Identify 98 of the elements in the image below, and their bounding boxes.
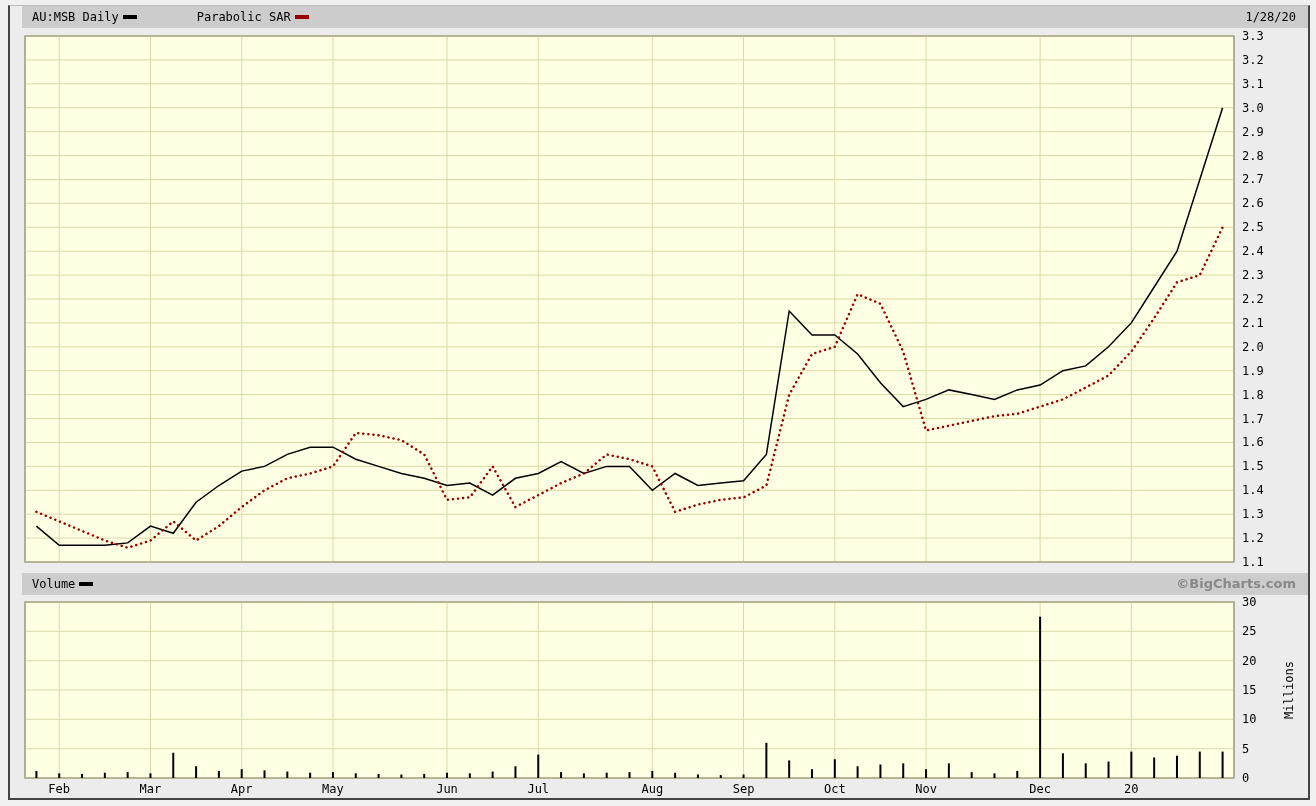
axis-tick-label: 2.1 [1242, 315, 1264, 330]
volume-bar [1107, 761, 1110, 778]
volume-bar [902, 763, 905, 778]
axis-tick-label: 2.3 [1242, 268, 1264, 283]
volume-bar [491, 771, 494, 778]
axis-tick-label: 1.6 [1242, 435, 1264, 450]
volume-bar [1061, 753, 1064, 778]
volume-bar [81, 773, 84, 778]
volume-bar [1175, 755, 1178, 778]
volume-bar [354, 773, 357, 778]
volume-bar [468, 773, 471, 778]
axis-tick-label: Feb [48, 782, 71, 796]
axis-tick-label: 1.9 [1242, 363, 1264, 378]
volume-bar [423, 773, 426, 778]
axis-tick-label: 1.5 [1242, 459, 1264, 474]
axis-tick-label: 5 [1242, 741, 1250, 756]
axis-tick-label: 30 [1242, 595, 1257, 609]
volume-bar [993, 773, 996, 778]
volume-bar [263, 770, 266, 778]
axis-tick-label: 1.3 [1242, 507, 1264, 522]
credit-text: ©BigCharts.com [1176, 575, 1296, 594]
axis-tick-label: Mar [139, 782, 162, 796]
axis-tick-label: 3.2 [1242, 52, 1264, 67]
volume-bar [1130, 751, 1133, 778]
axis-tick-label: 2.4 [1242, 244, 1264, 259]
volume-bar [605, 772, 608, 778]
volume-bar [1198, 751, 1201, 778]
volume-bar [696, 774, 699, 778]
volume-bar [149, 773, 152, 778]
legend-label: Parabolic SAR [196, 9, 291, 26]
axis-tick-label: Jun [436, 782, 458, 796]
date-label: 1/28/20 [1245, 9, 1296, 26]
volume-bar [788, 760, 791, 778]
volume-bar [925, 769, 928, 778]
volume-bar [833, 759, 836, 778]
legend-label: AU:MSB Daily [32, 9, 119, 26]
axis-tick-label: Sep [732, 782, 755, 796]
axis-tick-label: 1.2 [1242, 531, 1264, 546]
volume-bar [172, 752, 175, 778]
volume-bar [765, 742, 768, 778]
volume-bar [947, 763, 950, 778]
axis-tick-label: 20 [1124, 782, 1139, 796]
axis-tick-label: 3.0 [1242, 100, 1264, 115]
volume-bar [35, 770, 38, 778]
volume-bar [103, 772, 106, 778]
volume-bar [514, 766, 517, 778]
axis-tick-label: Nov [915, 782, 937, 796]
volume-bar [377, 773, 380, 778]
axis-tick-label: 2.6 [1242, 196, 1264, 211]
axis-tick-label: 3.1 [1242, 76, 1264, 91]
volume-bar [240, 769, 243, 778]
legend-label: Volume [32, 576, 76, 593]
axis-title: Millions [1282, 661, 1296, 719]
volume-bar [560, 772, 563, 778]
axis-tick-label: 2.0 [1242, 339, 1264, 354]
volume-bar [126, 772, 129, 778]
volume-bar [1221, 751, 1224, 778]
volume-bar [309, 772, 312, 778]
volume-bar [400, 774, 403, 778]
axis-tick-label: 25 [1242, 624, 1257, 639]
axis-tick-label: 1.8 [1242, 387, 1264, 402]
volume-bar [674, 772, 677, 778]
axis-tick-label: 1.7 [1242, 411, 1264, 426]
axis-tick-label: 2.5 [1242, 220, 1264, 235]
volume-bar [719, 775, 722, 778]
volume-bar [1153, 757, 1156, 778]
volume-bar [195, 766, 198, 778]
axis-tick-label: May [322, 782, 344, 796]
volume-bar [628, 772, 631, 778]
axis-tick-label: 2.8 [1242, 148, 1264, 163]
axis-tick-label: 1.1 [1242, 555, 1264, 569]
axis-tick-label: 15 [1242, 683, 1257, 697]
axis-tick-label: 0 [1242, 771, 1250, 785]
volume-bar [58, 773, 61, 778]
axis-tick-label: 20 [1242, 653, 1257, 668]
volume-bar [856, 766, 859, 778]
axis-tick-label: Apr [230, 782, 253, 796]
axis-tick-label: 1.4 [1242, 483, 1264, 498]
axis-tick-label: 3.3 [1242, 29, 1264, 43]
volume-bar [1016, 770, 1019, 778]
axis-tick-label: Dec [1029, 782, 1051, 796]
volume-bar [1084, 763, 1087, 778]
volume-bar [651, 770, 654, 778]
axis-tick-label: Oct [823, 782, 846, 796]
axis-tick-label: 2.7 [1242, 172, 1264, 187]
volume-bar [970, 772, 973, 778]
axis-tick-label: 2.9 [1242, 124, 1264, 139]
axis-tick-label: Aug [641, 782, 664, 796]
axis-tick-label: 10 [1242, 712, 1257, 727]
axis-tick-label: Jul [527, 782, 550, 796]
volume-bar [331, 772, 334, 778]
volume-bar [879, 764, 882, 778]
axis-tick-label: 2.2 [1242, 292, 1264, 306]
volume-bar [217, 770, 220, 778]
volume-bar [582, 773, 585, 778]
volume-bar [537, 754, 540, 778]
volume-bar [286, 771, 289, 778]
volume-bar [742, 774, 745, 778]
